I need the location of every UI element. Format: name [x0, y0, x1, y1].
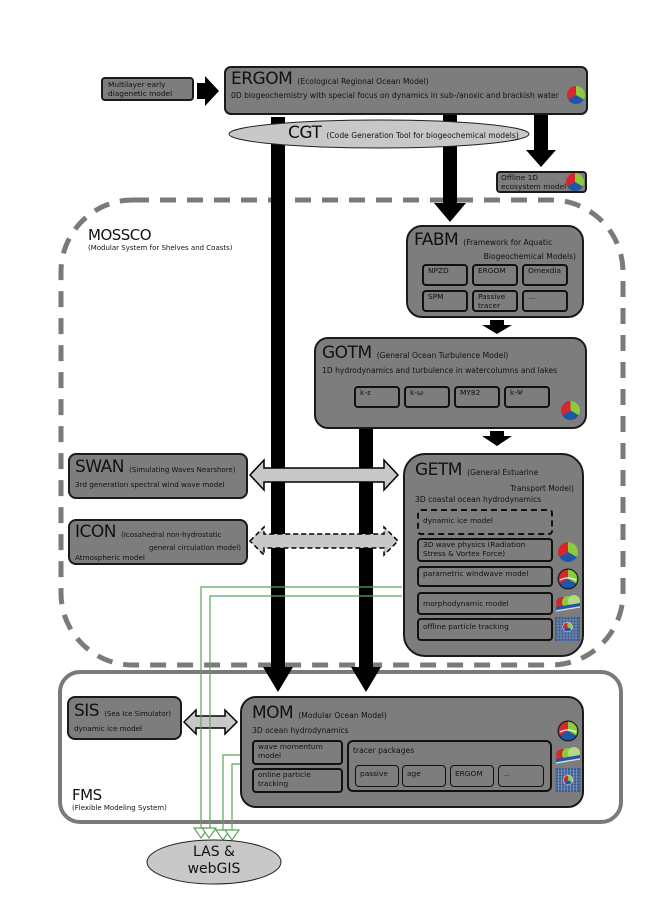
cgt-label[interactable]: CGT (Code Generation Tool for biogeochem…: [288, 124, 519, 145]
swan-title: SWAN: [75, 457, 125, 477]
mom-tracer-passive[interactable]: passive: [355, 765, 399, 787]
mom-tracer-more[interactable]: ...: [498, 765, 544, 787]
fabm-title: FABM: [414, 230, 459, 250]
ergom-box[interactable]: ERGOM (Ecological Regional Ocean Model) …: [224, 66, 588, 115]
mom-morphodynamic-logo-icon: [555, 747, 581, 764]
cgt-title: CGT: [288, 123, 322, 143]
fabm-module-spm[interactable]: SPM: [422, 290, 468, 312]
sis-subtitle: (Sea Ice Simulator): [104, 710, 172, 718]
getm-module-parametric-windwave[interactable]: parametric windwave model: [417, 566, 553, 587]
fabm-module-npzd[interactable]: NPZD: [422, 264, 468, 286]
getm-particle-tracking-grid-icon: [555, 617, 580, 641]
getm-module-offline-particle[interactable]: offline particle tracking: [417, 618, 553, 641]
gotm-closure-my82[interactable]: MY82: [454, 386, 500, 408]
las-line2: webGIS: [187, 861, 241, 877]
mom-particle-tracking-grid-icon: [555, 768, 581, 792]
fms-title: FMS: [72, 786, 102, 804]
las-webgis-label[interactable]: LAS & webGIS: [164, 844, 264, 878]
mom-box[interactable]: MOM (Modular Ocean Model) 3D ocean hydro…: [240, 696, 584, 808]
ergom-subtitle: (Ecological Regional Ocean Model): [297, 77, 429, 86]
swan-description: 3rd generation spectral wind wave model: [75, 480, 225, 489]
fabm-box[interactable]: FABM (Framework for Aquatic Biogeochemic…: [406, 225, 584, 318]
swan-box[interactable]: SWAN (Simulating Waves Nearshore) 3rd ge…: [68, 453, 248, 499]
icon-title: ICON: [75, 522, 116, 542]
fabm-module-passive-tracer[interactable]: Passive tracer: [472, 290, 518, 312]
gotm-closure-k-epsilon[interactable]: k-ε: [354, 386, 400, 408]
gotm-closure-k-psi[interactable]: k-Ψ: [504, 386, 550, 408]
sis-description: dynamic ice model: [74, 724, 143, 733]
arrow-gotm-to-mom: [351, 422, 381, 692]
fabm-subtitle-line1: (Framework for Aquatic: [463, 238, 553, 247]
mom-tracer-packages-title: tracer packages: [353, 746, 415, 755]
mossco-subtitle: (Modular System for Shelves and Coasts): [88, 244, 233, 252]
ergom-logo-icon: [566, 86, 586, 105]
swan-subtitle: (Simulating Waves Nearshore): [129, 466, 236, 474]
arrow-ergom-to-mom: [263, 117, 293, 692]
sis-box[interactable]: SIS (Sea Ice Simulator) dynamic ice mode…: [67, 696, 182, 740]
multilayer-model-label: Multilayer early diagenetic model: [108, 80, 173, 98]
mom-description: 3D ocean hydrodynamics: [252, 726, 349, 735]
gotm-subtitle: (General Ocean Turbulence Model): [376, 351, 509, 360]
ergom-description: 0D biogeochemistry with special focus on…: [231, 91, 559, 100]
getm-morphodynamic-logo-icon: [555, 595, 581, 612]
getm-description: 3D coastal ocean hydrodynamics: [415, 495, 542, 504]
arrow-multilayer-to-ergom: [197, 76, 219, 106]
fms-label: FMS (Flexible Modeling System): [72, 786, 167, 812]
icon-subtitle-line1: (Icosahedral non-hydrostatic: [121, 531, 222, 539]
fms-subtitle: (Flexible Modeling System): [72, 804, 167, 812]
mom-module-wave-momentum[interactable]: wave momentum model: [252, 740, 343, 765]
ergom-title: ERGOM: [231, 69, 293, 89]
getm-module-morphodynamic[interactable]: morphodynamic model: [417, 592, 553, 615]
fabm-subtitle-line2: Biogeochemical Models): [483, 252, 576, 261]
gotm-logo-icon: [561, 401, 580, 420]
mom-tracer-age[interactable]: age: [402, 765, 446, 787]
gotm-title: GOTM: [322, 343, 372, 363]
getm-wave-physics-logo-icon: [558, 542, 578, 562]
fabm-module-ergom[interactable]: ERGOM: [472, 264, 518, 286]
getm-subtitle-line1: (General Estuarine: [467, 468, 539, 477]
mom-title: MOM: [252, 703, 294, 723]
fabm-module-omexdia[interactable]: Omexdia: [522, 264, 568, 286]
gotm-description: 1D hydrodynamics and turbulence in water…: [322, 366, 558, 375]
getm-module-dynamic-ice[interactable]: dynamic ice model: [417, 509, 553, 535]
mom-subtitle: (Modular Ocean Model): [298, 711, 387, 720]
arrow-fabm-to-gotm: [482, 320, 512, 334]
gotm-box[interactable]: GOTM (General Ocean Turbulence Model) 1D…: [314, 337, 587, 429]
getm-module-3d-wave-physics[interactable]: 3D wave physics (Radiation Stress & Vort…: [417, 538, 553, 562]
mom-windwave-logo-icon: [557, 720, 579, 742]
mossco-label: MOSSCO (Modular System for Shelves and C…: [88, 226, 233, 252]
getm-subtitle-line2: Transport Model): [510, 484, 574, 493]
getm-title: GETM: [415, 460, 462, 480]
multilayer-model-box[interactable]: Multilayer early diagenetic model: [101, 77, 194, 101]
sis-title: SIS: [74, 701, 100, 721]
las-line1: LAS &: [193, 844, 235, 860]
arrow-ergom-to-offline1d: [526, 113, 556, 167]
getm-windwave-logo-icon: [557, 568, 579, 590]
icon-subtitle-line2: general circulation model): [148, 544, 241, 552]
mom-module-online-particle[interactable]: online particle tracking: [252, 768, 343, 793]
arrow-gotm-to-getm: [482, 431, 512, 446]
gotm-closure-k-omega[interactable]: k-ω: [404, 386, 450, 408]
offline1d-label: Offline 1D ecosystem model: [501, 173, 567, 191]
mom-tracer-ergom[interactable]: ERGOM: [450, 765, 494, 787]
cgt-subtitle: (Code Generation Tool for biogeochemical…: [326, 131, 519, 140]
fabm-module-more[interactable]: ...: [522, 290, 568, 312]
mossco-title: MOSSCO: [88, 226, 152, 244]
icon-box[interactable]: ICON (Icosahedral non-hydrostatic genera…: [68, 519, 248, 565]
icon-description: Atmospheric model: [75, 553, 145, 562]
offline1d-logo-icon: [565, 173, 585, 192]
